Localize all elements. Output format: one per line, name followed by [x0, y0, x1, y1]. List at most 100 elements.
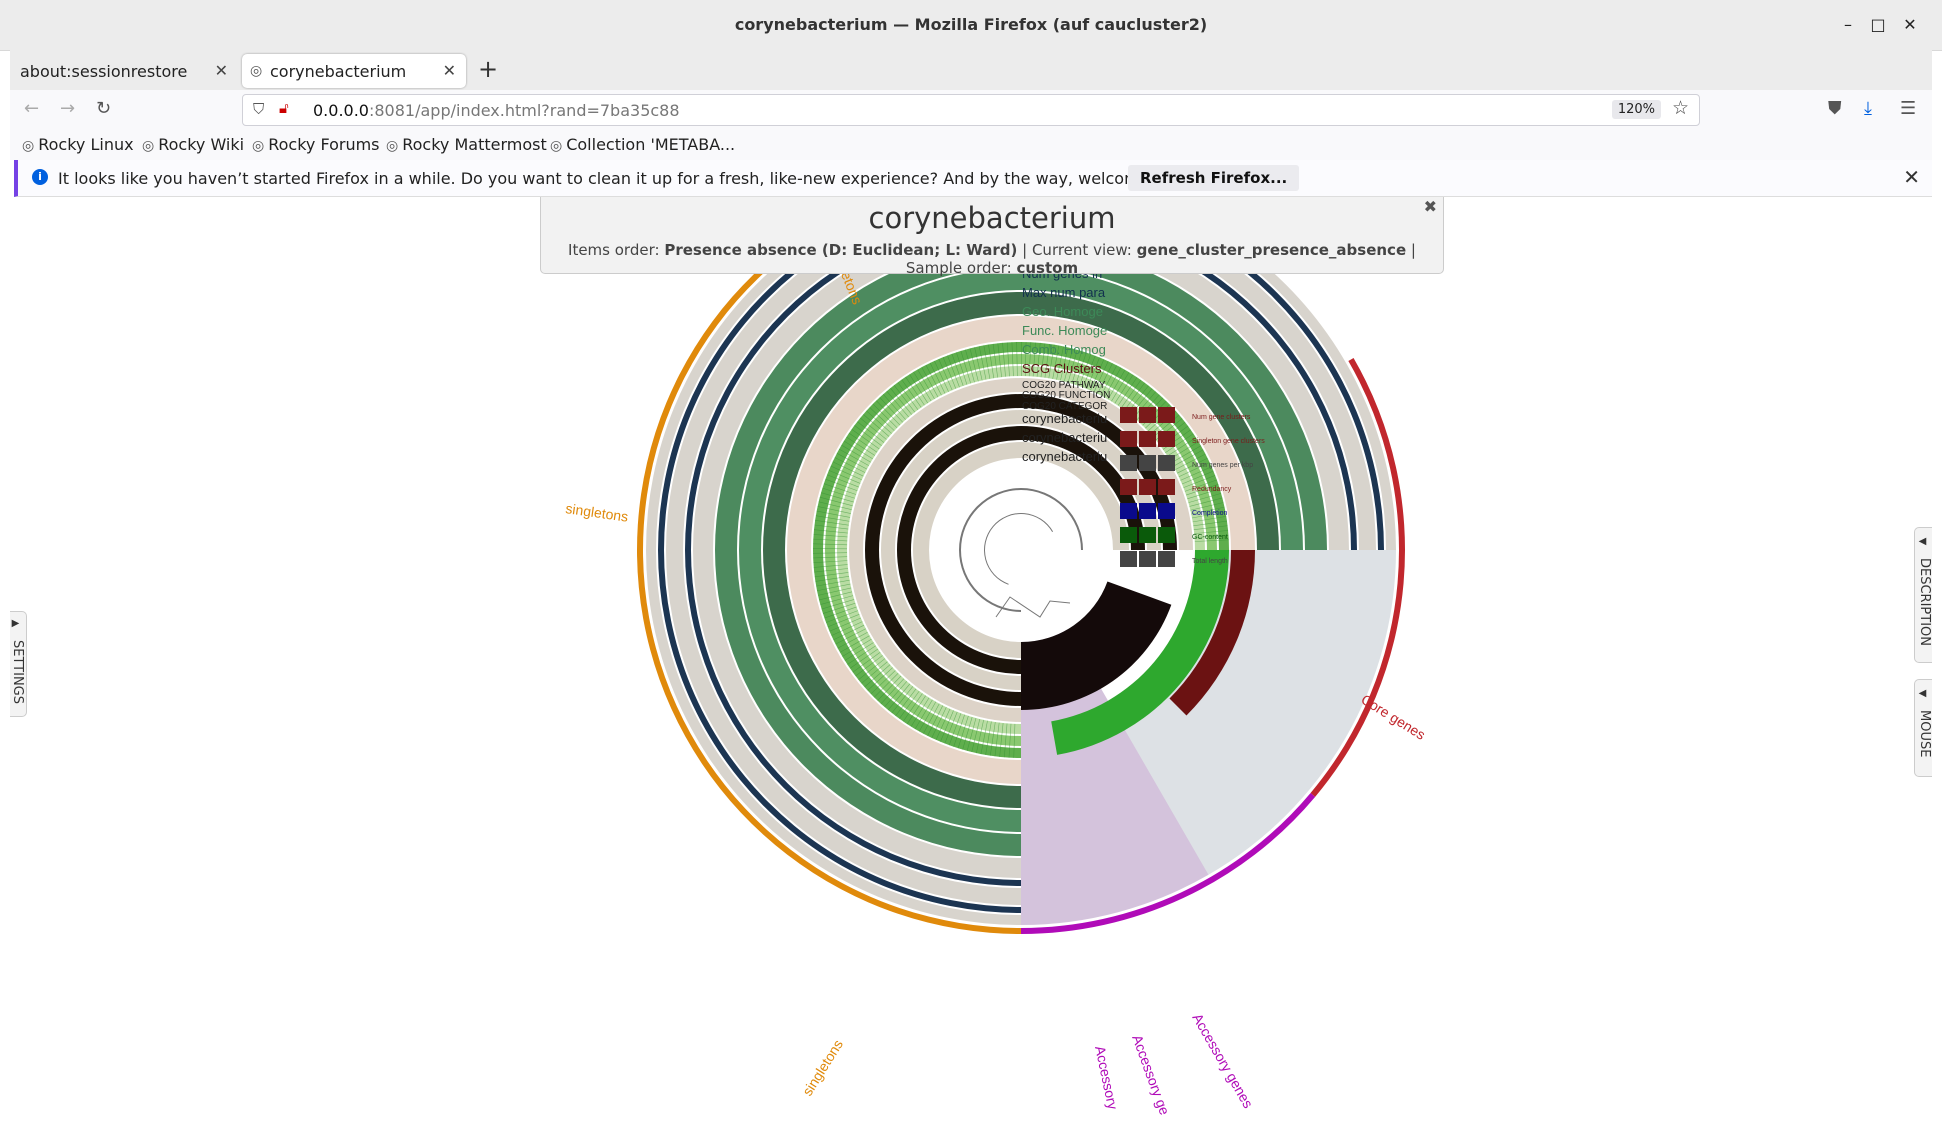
bin-label: Accessory genes: [1189, 1011, 1256, 1111]
ring-label: Max num para: [1022, 285, 1106, 300]
layer-bar: [1158, 431, 1175, 447]
bookmark-rocky-forums[interactable]: ◎ Rocky Forums: [252, 135, 380, 154]
ring-label: Func. Homoge: [1022, 323, 1107, 338]
globe-icon: ◎: [22, 138, 35, 154]
dendrogram-arc: [984, 513, 1054, 585]
layer-bar: [1139, 431, 1156, 447]
tab-sessionrestore[interactable]: about:sessionrestore ✕: [10, 54, 238, 88]
navigation-bar: ← → ↻ ⛉ 🔓︎ 0.0.0.0:8081/app/index.html?r…: [10, 90, 1932, 130]
bin-label: Accessory ge: [1129, 1033, 1173, 1118]
bookmark-rocky-mattermost[interactable]: ◎ Rocky Mattermost: [386, 135, 547, 154]
layer-bar: [1120, 455, 1137, 471]
ring-label: corynebacteriu: [1022, 430, 1107, 445]
ring-label: corynebacteriu: [1022, 449, 1107, 464]
ring-label: Comb. Homog: [1022, 342, 1106, 357]
layer-bar-label: Total length: [1192, 558, 1228, 565]
window-titlebar: corynebacterium — Mozilla Firefox (auf c…: [0, 0, 1942, 51]
download-icon[interactable]: ⤓: [1864, 98, 1872, 119]
bin-label: Accessory: [1092, 1044, 1121, 1110]
layer-bar: [1120, 479, 1137, 495]
notification-bar: i It looks like you haven’t started Fire…: [14, 160, 1932, 197]
dendrogram-branch: [995, 596, 1071, 618]
layer-bar-label: Num gene clusters: [1192, 414, 1251, 421]
arrow-left-icon: ◀: [1917, 688, 1928, 699]
tab-corynebacterium[interactable]: ◎ corynebacterium ✕: [242, 54, 466, 88]
title-panel: corynebacterium Items order: Presence ab…: [540, 197, 1444, 277]
bookmark-rocky-wiki[interactable]: ◎ Rocky Wiki: [142, 135, 244, 154]
bookmark-star-icon[interactable]: ☆: [1672, 97, 1689, 119]
layer-bar-label: Completion: [1192, 510, 1228, 517]
globe-icon: ◎: [252, 138, 265, 154]
layer-bar: [1158, 407, 1175, 423]
info-icon: i: [32, 169, 48, 185]
bookmark-collection-metaba[interactable]: ◎ Collection 'METABA...: [550, 135, 735, 154]
layer-bar: [1139, 551, 1156, 567]
layer-bar: [1139, 455, 1156, 471]
maximize-icon[interactable]: □: [1868, 15, 1888, 34]
layer-bar: [1158, 479, 1175, 495]
layer-bar: [1120, 407, 1137, 423]
layer-bar-label: Redundancy: [1192, 486, 1232, 493]
layer-bar: [1158, 503, 1175, 519]
close-window-icon[interactable]: ✕: [1900, 15, 1920, 34]
layer-bar: [1158, 527, 1175, 543]
ring-label: COG20 FUNCTION: [1022, 390, 1110, 401]
close-tab-icon[interactable]: ✕: [443, 61, 456, 80]
url-bar[interactable]: ⛉ 🔓︎ 0.0.0.0:8081/app/index.html?rand=7b…: [242, 94, 1700, 126]
globe-icon: ◎: [250, 63, 263, 79]
page-title: corynebacterium: [868, 201, 1116, 235]
url-text[interactable]: 0.0.0.0:8081/app/index.html?rand=7ba35c8…: [313, 101, 680, 120]
phylogram-canvas[interactable]: Num contributiNum genes inMax num paraGe…: [10, 197, 1932, 1130]
page-content: Num contributiNum genes inMax num paraGe…: [10, 197, 1932, 1130]
menu-icon[interactable]: ☰: [1900, 98, 1916, 119]
bin-label: singletons: [799, 1037, 846, 1099]
layer-bar: [1120, 431, 1137, 447]
close-notification-icon[interactable]: ✕: [1903, 165, 1920, 189]
description-tab[interactable]: ◀ DESCRIPTION: [1914, 527, 1932, 663]
layer-bar: [1139, 479, 1156, 495]
back-icon[interactable]: ←: [24, 98, 39, 119]
new-tab-icon[interactable]: +: [478, 55, 498, 83]
tab-bar: about:sessionrestore ✕ ◎ corynebacterium…: [10, 50, 1932, 90]
layer-bar: [1158, 455, 1175, 471]
refresh-firefox-button[interactable]: Refresh Firefox...: [1128, 165, 1300, 191]
ring-label: corynebacteriu: [1022, 411, 1107, 426]
layer-bar-label: Singleton gene clusters: [1192, 438, 1265, 445]
minimize-icon[interactable]: –: [1838, 15, 1858, 34]
window-title: corynebacterium — Mozilla Firefox (auf c…: [734, 15, 1208, 34]
view-summary: Items order: Presence absence (D: Euclid…: [568, 241, 1416, 277]
layer-bar-label: GC-content: [1192, 534, 1228, 541]
arrow-right-icon: ▶: [10, 618, 21, 629]
layer-bar: [1158, 551, 1175, 567]
bin-label: Core genes: [1358, 691, 1428, 743]
globe-icon: ◎: [550, 138, 563, 154]
layer-bar: [1120, 503, 1137, 519]
globe-icon: ◎: [142, 138, 155, 154]
dendrogram-arc: [959, 488, 1083, 612]
ring-label: Geo. Homoge: [1022, 304, 1103, 319]
forward-icon[interactable]: →: [60, 98, 75, 119]
tab-label: about:sessionrestore: [20, 62, 188, 81]
bookmarks-bar: ◎ Rocky Linux ◎ Rocky Wiki ◎ Rocky Forums ◎…: [10, 130, 1932, 160]
layer-bar: [1120, 527, 1137, 543]
ring-label: SCG Clusters: [1022, 361, 1102, 376]
layer-bar: [1120, 551, 1137, 567]
tab-label: corynebacterium: [270, 62, 407, 81]
arrow-left-icon: ◀: [1917, 536, 1928, 547]
zoom-level[interactable]: 120%: [1611, 100, 1661, 119]
shield-icon[interactable]: ⛉: [253, 100, 264, 118]
notification-message: It looks like you haven’t started Firefo…: [58, 169, 1200, 188]
bin-label: singletons: [565, 500, 630, 525]
layer-bar: [1139, 503, 1156, 519]
bookmark-rocky-linux[interactable]: ◎ Rocky Linux: [22, 135, 134, 154]
layer-bar: [1139, 407, 1156, 423]
pocket-icon[interactable]: ⛊: [1828, 98, 1842, 119]
reload-icon[interactable]: ↻: [96, 98, 111, 119]
layer-bar-label: Num genes per kbp: [1192, 462, 1253, 469]
close-tab-icon[interactable]: ✕: [215, 61, 228, 80]
insecure-lock-icon[interactable]: 🔓︎: [279, 99, 289, 117]
close-panel-icon[interactable]: ✖: [1424, 197, 1437, 216]
settings-tab[interactable]: ▶ SETTINGS: [10, 611, 27, 717]
mouse-tab[interactable]: ◀ MOUSE: [1914, 679, 1932, 777]
globe-icon: ◎: [386, 138, 399, 154]
